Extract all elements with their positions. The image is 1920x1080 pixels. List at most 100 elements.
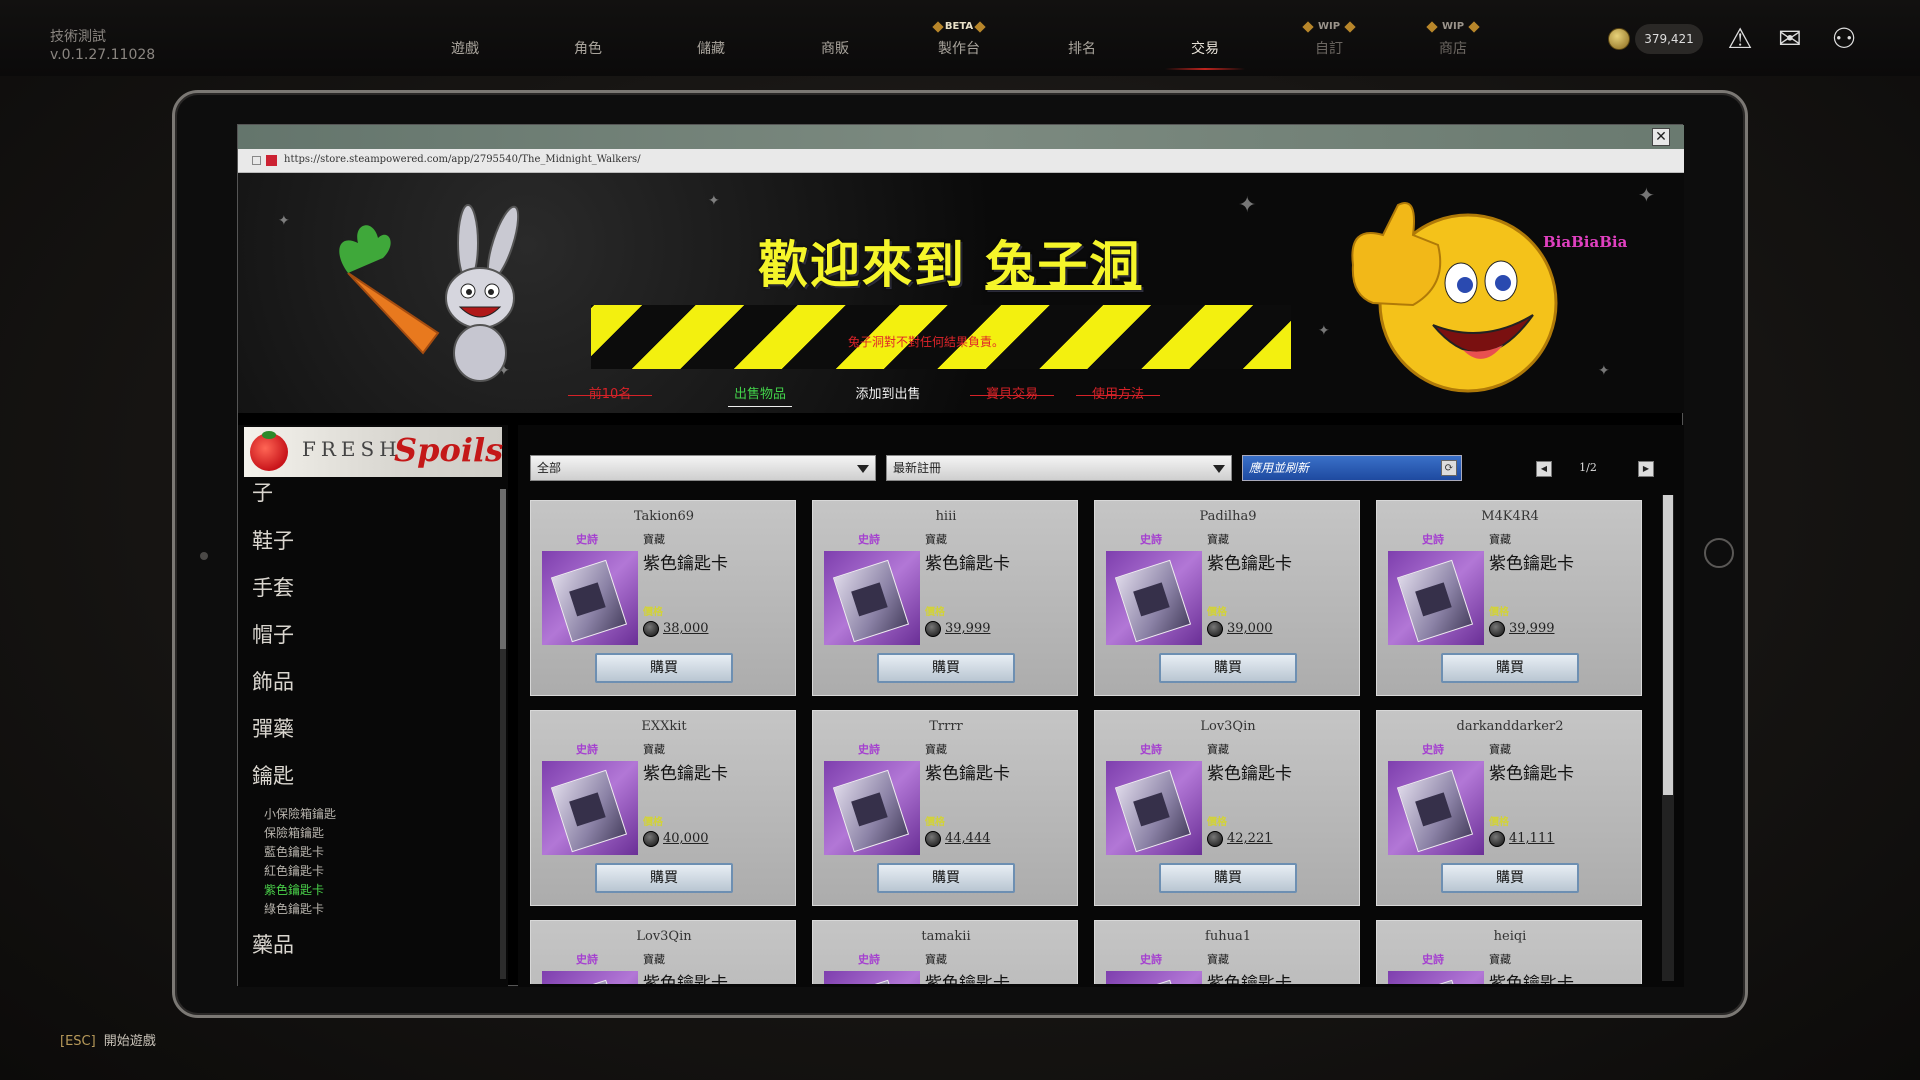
subcategory-item[interactable]: 小保險箱鑰匙 [264,805,336,822]
social-icon[interactable]: ⚇ [1826,22,1862,56]
sidebar-scrollbar[interactable] [500,489,506,979]
coin-icon [643,621,659,637]
rarity-label: 史詩 [858,953,880,966]
disclaimer-text: 兔子洞對不對任何結果負責。 [848,335,1005,349]
mail-icon[interactable]: ✉ [1772,22,1808,56]
item-name: 紫色鑰匙卡 [925,974,1010,984]
sparkle-icon: ✦ [278,213,290,229]
corner-text: BiaBiaBia [1543,233,1628,251]
item-type-label: 寶藏 [1207,533,1229,546]
item-name: 紫色鑰匙卡 [925,764,1010,784]
rarity-label: 史詩 [576,743,598,756]
sparkle-icon: ✦ [1318,323,1330,339]
item-type-label: 寶藏 [1489,953,1511,966]
seller-name: EXXkit [641,719,687,734]
keycard-image [1388,551,1484,645]
category-accessories[interactable]: 飾品 [252,666,294,696]
next-page-button[interactable]: ▶ [1638,461,1654,477]
coin-icon [1207,831,1223,847]
seller-name: hiii [935,509,957,524]
welcome-prefix: 歡迎來到 [758,235,986,294]
listing-card: darkanddarker2 史詩 寶藏 紫色鑰匙卡 價格 41,111 購買 [1376,710,1642,906]
market-scrollbar[interactable] [1662,495,1674,981]
buy-button[interactable]: 購買 [1441,863,1579,893]
version-info: 技術測試 v.0.1.27.11028 [50,28,155,64]
category-ammo[interactable]: 彈藥 [252,713,294,743]
item-type-label: 寶藏 [1489,533,1511,546]
item-name: 紫色鑰匙卡 [643,764,728,784]
keycard-icon [1396,979,1474,984]
rarity-label: 史詩 [576,953,598,966]
tablet-home-button[interactable] [1704,538,1734,568]
item-type-label: 寶藏 [1489,743,1511,756]
seller-name: tamakii [921,929,971,944]
category-filter-select[interactable]: 全部 [530,455,876,481]
lock-icon [252,156,261,165]
subcategory-item[interactable]: 紅色鑰匙卡 [264,862,324,879]
keycard-icon [550,979,628,984]
category-hats[interactable]: 帽子 [252,619,294,649]
item-name: 紫色鑰匙卡 [1207,974,1292,984]
welcome-title: 歡迎來到 兔子洞 [758,225,1141,297]
listing-card: Trrrr 史詩 寶藏 紫色鑰匙卡 價格 44,444 購買 [812,710,1078,906]
buy-button[interactable]: 購買 [1441,653,1579,683]
listing-card: M4K4R4 史詩 寶藏 紫色鑰匙卡 價格 39,999 購買 [1376,500,1642,696]
scrollbar-thumb[interactable] [1663,495,1673,795]
listing-card: Padilha9 史詩 寶藏 紫色鑰匙卡 價格 39,000 購買 [1094,500,1360,696]
subcategory-item[interactable]: 藍色鑰匙卡 [264,843,324,860]
item-type-label: 寶藏 [1207,743,1229,756]
subcategory-item[interactable]: 綠色鑰匙卡 [264,900,324,917]
sort-filter-select[interactable]: 最新註冊 [886,455,1232,481]
buy-button[interactable]: 購買 [877,863,1015,893]
buy-button[interactable]: 購買 [1159,653,1297,683]
price-value: 38,000 [663,621,709,636]
esc-hint[interactable]: [ESC] 開始遊戲 [60,1030,156,1049]
buy-button[interactable]: 購買 [1159,863,1297,893]
top-bar: 技術測試 v.0.1.27.11028 遊戲 角色 儲藏 商販 BETA 製作台… [0,0,1920,76]
link-top10[interactable]: 前10名 [568,383,652,407]
listing-card: hiii 史詩 寶藏 紫色鑰匙卡 價格 39,999 購買 [812,500,1078,696]
category-gloves[interactable]: 手套 [252,572,294,602]
select-value: 最新註冊 [893,461,942,475]
page-indicator: 1/2 [1579,461,1597,474]
category-item[interactable]: 子 [252,477,273,507]
rarity-label: 史詩 [1422,533,1444,546]
seller-name: Padilha9 [1199,509,1257,524]
category-medicine[interactable]: 藥品 [252,929,294,959]
scrollbar-thumb[interactable] [500,489,506,649]
warning-triangle-icon[interactable]: ⚠ [1722,22,1758,56]
link-treasure-trade[interactable]: 寶貝交易 [970,383,1054,407]
rarity-label: 史詩 [1140,743,1162,756]
subcategory-item-selected[interactable]: 紫色鑰匙卡 [264,881,324,898]
buy-button[interactable]: 購買 [595,653,733,683]
apply-refresh-button[interactable]: 應用並刷新 ⟳ [1242,455,1462,481]
prev-page-button[interactable]: ◀ [1536,461,1552,477]
seller-name: heiqi [1493,929,1527,944]
rarity-label: 史詩 [1422,743,1444,756]
keycard-image [824,761,920,855]
nav-label: 商販 [821,41,849,57]
link-add-to-sale[interactable]: 添加到出售 [850,383,926,407]
category-keys[interactable]: 鑰匙 [252,760,294,790]
link-items-for-sale[interactable]: 出售物品 [728,383,792,407]
link-how-to-use[interactable]: 使用方法 [1076,383,1160,407]
url-bar[interactable]: https://store.steampowered.com/app/27955… [238,149,1684,173]
subcategory-item[interactable]: 保險箱鑰匙 [264,824,324,841]
keycard-image [1388,761,1484,855]
item-name: 紫色鑰匙卡 [925,554,1010,574]
seller-name: Trrrr [929,719,963,734]
thumbs-up-smiley-icon [1351,202,1558,393]
tablet-camera [200,552,208,560]
close-button[interactable]: ✕ [1652,128,1670,146]
item-name: 紫色鑰匙卡 [1207,764,1292,784]
buy-button[interactable]: 購買 [877,653,1015,683]
category-shoes[interactable]: 鞋子 [252,525,294,555]
buy-button[interactable]: 購買 [595,863,733,893]
keycard-icon [1114,769,1192,853]
listing-card: Lov3Qin 史詩 寶藏 紫色鑰匙卡 價格 42,221 購買 [1094,710,1360,906]
nav-label: 排名 [1068,41,1096,57]
keycard-icon [832,769,910,853]
price-label: 價格 [1207,607,1227,618]
seller-name: Lov3Qin [1200,719,1256,734]
nav-label: 商店 [1439,41,1467,57]
